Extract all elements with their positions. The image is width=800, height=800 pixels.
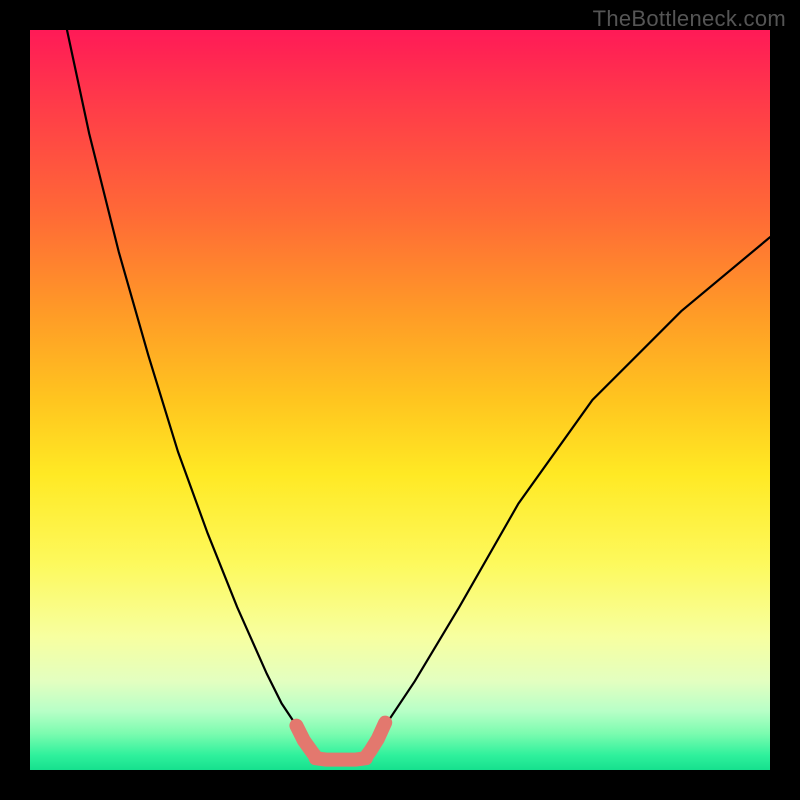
watermark-text: TheBottleneck.com	[593, 6, 786, 32]
plot-area	[30, 30, 770, 770]
left-curve	[67, 30, 308, 740]
chart-frame: TheBottleneck.com	[0, 0, 800, 800]
highlight-right	[366, 723, 385, 757]
highlight-bottom	[316, 758, 366, 759]
right-curve	[370, 237, 770, 740]
curve-svg	[30, 30, 770, 770]
